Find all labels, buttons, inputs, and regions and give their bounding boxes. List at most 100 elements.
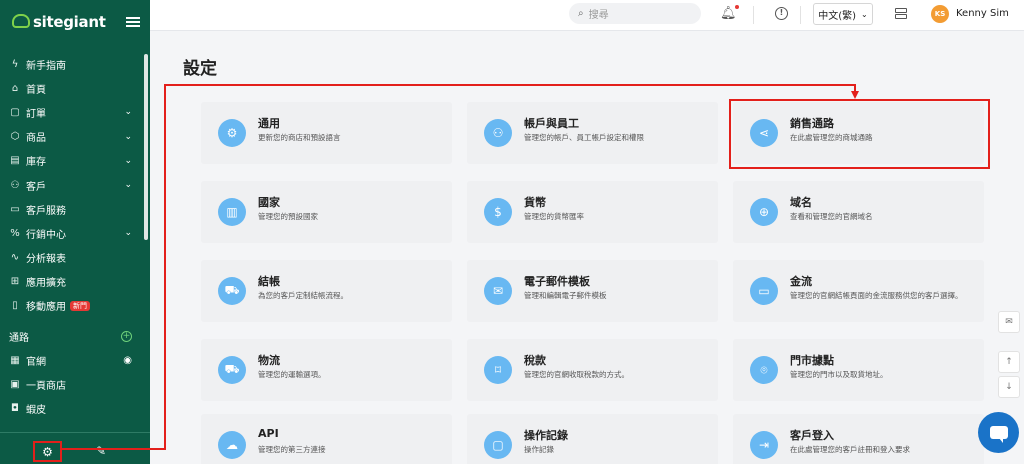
card-title: API <box>258 427 279 440</box>
settings-card[interactable]: ⛟ 結帳 為您的客戶定制結帳流程。 <box>201 260 452 322</box>
box-icon: ⬡ <box>10 131 20 143</box>
cloud-icon: ☁ <box>218 431 246 459</box>
gear-icon: ⚙ <box>218 119 246 147</box>
map-icon: ▥ <box>218 198 246 226</box>
sidebar-item[interactable]: ϟ 新手指南 <box>0 52 150 76</box>
card-description: 管理您的門市以及取貨地址。 <box>790 370 888 379</box>
card-title: 金流 <box>790 275 812 288</box>
sidebar: sitegiant ϟ 新手指南 ⌂ 首頁 ▢ 訂單 ⌄ ⬡ 商品 ⌄ ▤ 庫存 ⌄ ⚇ 客戶 ⌄ ▭ 客戶服務%… <box>0 0 150 464</box>
channel-item-label: 一頁商店 <box>26 380 66 392</box>
settings-card[interactable]: ☁ API 管理您的第三方連接 <box>201 414 452 464</box>
search-input[interactable]: ⌕ 搜尋 <box>569 3 701 24</box>
card-description: 管理您的帳戶、員工帳戶設定和權限 <box>524 133 644 142</box>
settings-card[interactable]: ▭ 金流 管理您的官網結帳頁面的金流服務供您的客戶選擇。 <box>733 260 984 322</box>
users-icon: ⚇ <box>484 119 512 147</box>
settings-card[interactable]: ⌾ 門市據點 管理您的門市以及取貨地址。 <box>733 339 984 401</box>
chevron-down-icon: ⌄ <box>861 9 868 19</box>
sidebar-item-label: 訂單 <box>26 108 46 120</box>
scroll-up-icon[interactable]: ↑ <box>998 351 1020 373</box>
annotation-line <box>164 84 166 450</box>
divider <box>800 6 801 24</box>
sidebar-nav: ϟ 新手指南 ⌂ 首頁 ▢ 訂單 ⌄ ⬡ 商品 ⌄ ▤ 庫存 ⌄ ⚇ 客戶 ⌄ ▭ 客戶服務% 行銷中心 ⌄ ∿ 分析報表… <box>0 44 150 318</box>
sidebar-item[interactable]: ⬡ 商品 ⌄ <box>0 125 150 149</box>
language-select[interactable]: 中文(繁) ⌄ <box>813 3 873 25</box>
settings-card[interactable]: ⚙ 通用更新您的商店和預設語言 <box>201 102 452 164</box>
card-description: 為您的客戶定制結帳流程。 <box>258 291 348 300</box>
shopee-icon: ◘ <box>11 403 19 415</box>
dollar-icon: $ <box>484 198 512 226</box>
sidebar-item-label: 行銷中心 <box>26 229 66 241</box>
settings-card[interactable]: ⊕ 域名 查看和管理您的官網域名 <box>733 181 984 243</box>
info-icon[interactable]: ! <box>775 7 788 20</box>
clipboard-icon: ▢ <box>484 431 512 459</box>
hamburger-menu-icon[interactable] <box>126 17 140 27</box>
channel-list: ▦ 官網 ◉ ▣ 一頁商店 ◘ 蝦皮 <box>0 348 150 421</box>
sidebar-scrollbar[interactable] <box>144 54 148 240</box>
eye-icon[interactable]: ◉ <box>123 355 132 366</box>
chevron-down-icon: ⌄ <box>124 228 132 239</box>
sidebar-item[interactable]: ▤ 庫存 ⌄ <box>0 149 150 173</box>
card-icon: ▭ <box>750 277 778 305</box>
sidebar-item[interactable]: ▭ 客戶服務 <box>0 197 150 221</box>
card-title: 通用 <box>258 117 280 130</box>
sidebar-item[interactable]: ⌂ 首頁 <box>0 76 150 100</box>
settings-card[interactable]: $ 貨幣 管理您的貨幣匯率 <box>467 181 718 243</box>
settings-card[interactable]: ⛟ 物流 管理您的運輸選項。 <box>201 339 452 401</box>
card-title: 稅款 <box>524 354 546 367</box>
card-title: 客戶登入 <box>790 429 834 442</box>
message-icon: ▭ <box>10 203 20 215</box>
card-description: 管理您的官網收取稅款的方式。 <box>524 370 629 379</box>
channels-section-label: 通路 + <box>9 330 132 344</box>
sidebar-item[interactable]: ⚇ 客戶 ⌄ <box>0 173 150 197</box>
brand-logo[interactable]: sitegiant <box>12 13 106 31</box>
sidebar-item[interactable]: ⊞ 應用擴充 <box>0 270 150 294</box>
scroll-down-icon[interactable]: ↓ <box>998 376 1020 398</box>
settings-card[interactable]: ▢ 操作記錄 操作記錄 <box>467 414 718 464</box>
card-title: 貨幣 <box>524 196 546 209</box>
annotation-arrowhead <box>851 91 859 99</box>
card-description: 管理您的運輸選項。 <box>258 370 326 379</box>
card-description: 更新您的商店和預設語言 <box>258 133 341 142</box>
theme-brush-icon[interactable]: ✎ <box>96 444 106 458</box>
user-name[interactable]: Kenny Sim <box>956 8 1009 19</box>
settings-card[interactable]: ⚇ 帳戶與員工 管理您的帳戶、員工帳戶設定和權限 <box>467 102 718 164</box>
highlight-box <box>729 99 990 169</box>
users-icon: ⚇ <box>10 179 20 191</box>
card-description: 管理您的預設國家 <box>258 212 318 221</box>
sidebar-item-label: 客戶服務 <box>26 205 66 217</box>
notification-dot <box>734 5 739 9</box>
sidebar-item-label: 分析報表 <box>26 254 66 266</box>
new-badge: 新門 <box>70 300 90 311</box>
settings-card[interactable]: ▥ 國家 管理您的預設國家 <box>201 181 452 243</box>
settings-card[interactable]: ⌑ 稅款管理您的官網收取稅款的方式。 <box>467 339 718 401</box>
card-title: 門市據點 <box>790 354 834 367</box>
feedback-icon[interactable]: ✉ <box>998 311 1020 333</box>
card-description: 在此處管理您的客戶註冊和登入要求 <box>790 445 910 454</box>
channel-item[interactable]: ▦ 官網 ◉ <box>0 348 150 372</box>
bookmark-icon: ⌑ <box>484 356 512 384</box>
sidebar-item-label: 應用擴充 <box>26 278 66 290</box>
channel-item-label: 官網 <box>26 356 46 368</box>
sidebar-item[interactable]: ▢ 訂單 ⌄ <box>0 100 150 124</box>
notification-bell-icon[interactable]: 🔔︎ <box>720 5 739 21</box>
card-title: 電子郵件模板 <box>524 275 590 288</box>
sidebar-item[interactable]: ∿ 分析報表 <box>0 246 150 270</box>
logo-row: sitegiant <box>0 0 150 44</box>
mail-icon: ✉ <box>484 277 512 305</box>
settings-card[interactable]: ✉ 電子郵件模板 管理和編輯電子郵件模板 <box>467 260 718 322</box>
grid-icon: ⊞ <box>10 276 20 288</box>
settings-gear-button[interactable]: ⚙ <box>33 441 62 462</box>
add-channel-icon[interactable]: + <box>121 330 132 342</box>
settings-card[interactable]: ⇥ 客戶登入 在此處管理您的客戶註冊和登入要求 <box>733 414 984 464</box>
top-bar: ⌕ 搜尋 🔔︎ ! 中文(繁) ⌄ KS Kenny Sim <box>150 0 1024 31</box>
sidebar-item[interactable]: ▯ 移動應用 新門 <box>0 294 150 318</box>
channel-item[interactable]: ◘ 蝦皮 <box>0 396 150 420</box>
card-description: 查看和管理您的官網域名 <box>790 212 873 221</box>
server-stack-icon[interactable] <box>895 8 907 20</box>
search-icon: ⌕ <box>578 8 584 19</box>
chat-button[interactable] <box>978 412 1019 453</box>
avatar[interactable]: KS <box>931 5 949 23</box>
cart-icon: ⛟ <box>218 277 246 305</box>
channel-item[interactable]: ▣ 一頁商店 <box>0 372 150 396</box>
sidebar-item[interactable]: % 行銷中心 ⌄ <box>0 221 150 245</box>
